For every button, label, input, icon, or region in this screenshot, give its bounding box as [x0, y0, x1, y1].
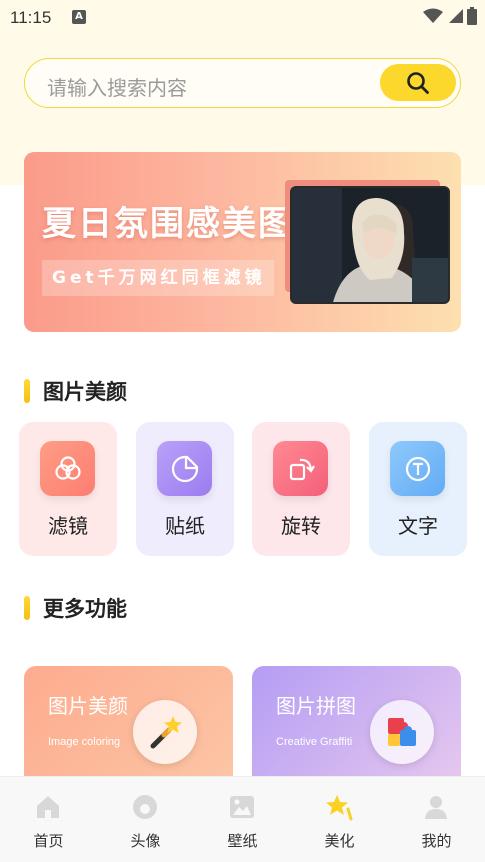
section-accent-bar — [24, 596, 30, 620]
feature-text[interactable]: 文字 — [369, 422, 467, 556]
text-icon — [390, 441, 445, 496]
filter-icon — [40, 441, 95, 496]
nav-home-label: 首页 — [33, 832, 64, 850]
home-icon — [37, 796, 59, 818]
nav-avatar-label: 头像 — [130, 832, 161, 850]
search-button[interactable] — [380, 64, 456, 101]
magic-wand-icon — [133, 700, 197, 764]
search-bar[interactable]: 请输入搜索内容 — [24, 58, 461, 108]
section-accent-bar — [24, 379, 30, 403]
section-beauty-title: 图片美颜 — [43, 380, 127, 404]
status-time: 11:15 — [10, 8, 52, 27]
nav-beautify-label: 美化 — [324, 832, 355, 850]
feature-rotate-label: 旋转 — [281, 514, 321, 538]
puzzle-icon — [370, 700, 434, 764]
banner-subtitle: Get千万网红同框滤镜 — [42, 260, 274, 296]
banner-photo — [290, 186, 450, 304]
feature-rotate[interactable]: 旋转 — [252, 422, 350, 556]
wallpaper-icon — [230, 796, 254, 818]
search-icon — [407, 71, 429, 94]
nav-item-home[interactable]: 首页 — [0, 777, 97, 862]
feature-sticker-label: 贴纸 — [165, 514, 205, 538]
section-more-title: 更多功能 — [43, 597, 127, 621]
beautify-star-icon — [326, 795, 353, 821]
avatar-icon — [133, 795, 157, 819]
nav-item-profile[interactable]: 我的 — [388, 777, 485, 862]
nav-item-avatar[interactable]: 头像 — [97, 777, 194, 862]
signal-icon — [449, 9, 463, 23]
battery-icon — [467, 7, 477, 25]
feature-filter[interactable]: 滤镜 — [19, 422, 117, 556]
promo-collage-title: 图片拼图 — [276, 694, 356, 718]
bottom-nav: 首页 头像 壁纸 美化 我的 — [0, 776, 485, 862]
feature-sticker[interactable]: 贴纸 — [136, 422, 234, 556]
feature-text-label: 文字 — [398, 514, 438, 538]
profile-icon — [425, 796, 447, 819]
promo-beauty-title: 图片美颜 — [48, 694, 128, 718]
wifi-icon — [423, 8, 443, 23]
section-more-header: 更多功能 — [24, 593, 127, 623]
nav-profile-label: 我的 — [421, 832, 452, 850]
rotate-icon — [273, 441, 328, 496]
section-beauty-header: 图片美颜 — [24, 376, 127, 406]
search-input[interactable]: 请输入搜索内容 — [47, 72, 187, 101]
sticker-icon — [157, 441, 212, 496]
promo-beauty-subtitle: Image coloring — [48, 736, 121, 748]
nav-item-beautify[interactable]: 美化 — [291, 777, 388, 862]
promo-collage-subtitle: Creative Graffiti — [276, 736, 353, 748]
notification-icon: A — [72, 10, 86, 24]
nav-item-wallpaper[interactable]: 壁纸 — [194, 777, 291, 862]
feature-filter-label: 滤镜 — [48, 514, 88, 538]
nav-wallpaper-label: 壁纸 — [227, 832, 258, 850]
promo-banner[interactable]: 夏日氛围感美图 Get千万网红同框滤镜 — [24, 152, 461, 332]
status-indicators — [423, 7, 477, 25]
banner-title: 夏日氛围感美图 — [42, 204, 294, 244]
status-bar: 11:15 A — [0, 0, 485, 34]
